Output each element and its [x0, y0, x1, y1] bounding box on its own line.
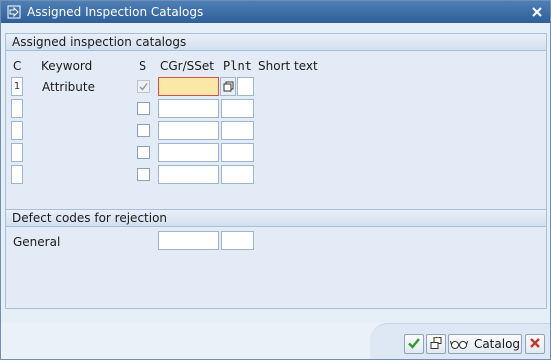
row-cgr-input-3[interactable]: [158, 121, 219, 140]
column-header-c: C: [13, 59, 22, 73]
title-bar: Assigned Inspection Catalogs: [1, 1, 550, 23]
row-selector-3[interactable]: [11, 121, 23, 140]
row-plnt-input-1[interactable]: [237, 77, 254, 96]
row-cgr-input-4[interactable]: [158, 143, 219, 162]
catalog-button-label: Catalog: [473, 337, 521, 351]
defect-plnt-input[interactable]: [221, 231, 254, 250]
window-title: Assigned Inspection Catalogs: [27, 5, 204, 19]
dialog-window: Assigned Inspection Catalogs Assigned in…: [0, 0, 551, 360]
catalog-button[interactable]: Catalog: [448, 334, 522, 354]
row-checkbox-1[interactable]: [137, 80, 150, 93]
copy-button[interactable]: [426, 334, 446, 354]
cancel-icon: [529, 337, 541, 352]
copy-icon: [429, 336, 443, 353]
row-keyword-1: Attribute: [42, 80, 95, 94]
defect-cgr-input[interactable]: [158, 231, 219, 250]
column-header-short-text: Short text: [258, 59, 318, 73]
cancel-button[interactable]: [525, 334, 545, 354]
column-header-keyword: Keyword: [41, 59, 93, 73]
close-icon[interactable]: [530, 5, 544, 19]
row-checkbox-4[interactable]: [137, 146, 150, 159]
row-plnt-input-3[interactable]: [221, 121, 254, 140]
column-header-cgr: CGr/SSet: [160, 59, 214, 73]
confirm-icon: [407, 336, 421, 353]
row-plnt-input-4[interactable]: [221, 143, 254, 162]
row-cgr-input-2[interactable]: [158, 99, 219, 118]
row-checkbox-3[interactable]: [137, 124, 150, 137]
row-cgr-input-5[interactable]: [158, 165, 219, 184]
dialog-content: Assigned inspection catalogs Defect code…: [1, 23, 550, 359]
row-checkbox-5[interactable]: [137, 168, 150, 181]
row-plnt-input-2[interactable]: [221, 99, 254, 118]
confirm-button[interactable]: [404, 334, 424, 354]
defect-codes-group: Defect codes for rejection: [5, 209, 547, 309]
row-selector-1[interactable]: 1: [11, 77, 23, 96]
row-plnt-input-5[interactable]: [221, 165, 254, 184]
row-selector-4[interactable]: [11, 143, 23, 162]
general-label: General: [13, 235, 61, 249]
row-cgr-input-1[interactable]: [158, 77, 219, 96]
column-header-s: S: [139, 59, 147, 73]
window-menu-icon[interactable]: [7, 5, 21, 19]
row-checkbox-2[interactable]: [137, 102, 150, 115]
value-help-icon[interactable]: [220, 77, 236, 96]
defect-codes-title: Defect codes for rejection: [6, 210, 546, 227]
assigned-catalogs-title: Assigned inspection catalogs: [6, 34, 546, 51]
glasses-icon: [449, 338, 468, 350]
row-selector-2[interactable]: [11, 99, 23, 118]
column-header-plnt: Plnt: [223, 59, 252, 73]
row-selector-5[interactable]: [11, 165, 23, 184]
